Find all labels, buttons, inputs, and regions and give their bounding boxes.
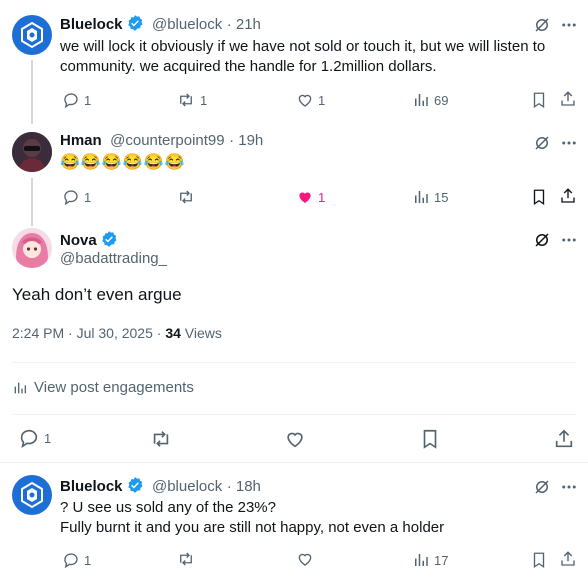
grok-icon[interactable] [533,134,551,157]
avatar-hman[interactable] [12,132,52,172]
views-button[interactable]: 17 [412,550,448,570]
author-name[interactable]: Bluelock [60,478,123,495]
engagements-label: View post engagements [34,379,194,396]
tweet-text: 😂😂😂😂😂😂 [60,154,186,171]
avatar-bluelock[interactable] [12,15,52,55]
avatar-bluelock[interactable] [12,475,52,515]
repost-button[interactable]: 1 [176,90,207,110]
heart-filled-icon [299,192,311,203]
divider [12,414,576,415]
post-time[interactable]: · 19h [229,132,263,149]
divider [0,462,588,463]
heart-icon [287,432,303,448]
tweet-text-line: community. we acquired the handle for 1.… [60,58,437,75]
share-icon[interactable] [559,90,577,113]
repost-count: 1 [200,92,208,108]
verified-badge-icon [127,477,143,493]
verified-badge-icon [101,231,117,247]
like-count: 1 [318,189,326,205]
author-handle[interactable]: @bluelock [152,16,222,33]
author-handle[interactable]: @badattrading_ [60,250,167,267]
avatar-image [12,228,52,268]
reply-button[interactable]: 1 [62,187,91,207]
view-count: 69 [434,92,449,108]
share-button[interactable] [553,428,575,455]
reply-icon [64,553,78,569]
more-options-icon[interactable] [560,16,578,39]
avatar-nova[interactable] [12,228,52,268]
bluelock-logo-icon [21,481,43,509]
views-icon [415,554,428,566]
bookmark-button[interactable] [419,428,441,455]
repost-button[interactable] [176,187,200,207]
verified-badge-icon [127,15,143,31]
like-count: 1 [318,92,326,108]
share-icon[interactable] [559,550,577,573]
repost-button[interactable] [149,428,173,455]
repost-icon [180,93,192,107]
view-engagements-link[interactable]: View post engagements [12,379,194,396]
post-timestamp[interactable]: 2:24 PM · Jul 30, 2025 · [12,325,165,341]
bluelock-logo-icon [21,21,43,49]
share-icon [555,429,573,448]
thread-line [31,178,33,226]
bookmark-icon [423,429,437,449]
view-count: 17 [434,552,449,568]
bookmark-icon[interactable] [530,91,548,114]
post-time[interactable]: · 18h [227,478,261,495]
heart-icon [298,94,312,107]
views-icon [415,191,428,203]
like-button[interactable]: 1 [296,90,325,110]
repost-icon [180,552,192,566]
more-options-icon[interactable] [560,134,578,157]
views-icon [415,94,428,106]
more-options-icon[interactable] [560,231,578,254]
tweet-text: Yeah don’t even argue [12,285,182,304]
reply-button[interactable]: 1 [62,550,91,570]
repost-icon [153,431,169,447]
views-button[interactable]: 15 [412,187,448,207]
heart-icon [298,553,312,566]
view-count: 34 [165,325,181,341]
reply-count: 1 [84,92,92,108]
author-handle[interactable]: @counterpoint99 [110,132,224,149]
repost-button[interactable] [176,550,196,573]
author-handle[interactable]: @bluelock [152,478,222,495]
reply-count: 1 [84,189,92,205]
bookmark-icon[interactable] [530,188,548,211]
reply-icon [64,93,78,109]
reply-count: 1 [44,430,52,446]
author-name[interactable]: Nova [60,232,97,249]
avatar-image [12,132,52,172]
reply-icon [64,190,78,206]
thread-line [31,60,33,124]
reply-count: 1 [84,552,92,568]
reply-button[interactable]: 1 [18,428,52,449]
tweet-text-line: we will lock it obviously if we have not… [60,38,546,55]
like-button[interactable] [284,428,306,455]
view-count: 15 [434,189,449,205]
views-button[interactable]: 69 [412,90,448,110]
author-name[interactable]: Hman [60,132,102,149]
tweet-text-line: ? U see us sold any of the 23%? [60,499,276,516]
like-button[interactable]: 1 [296,187,325,207]
grok-icon[interactable] [533,16,551,39]
like-button[interactable] [296,550,314,573]
analytics-icon [14,382,26,393]
bookmark-icon[interactable] [530,551,548,574]
tweet-text-line: Fully burnt it and you are still not hap… [60,519,445,536]
author-name[interactable]: Bluelock [60,16,123,33]
reply-icon [20,429,38,449]
reply-button[interactable]: 1 [62,90,91,110]
repost-icon [180,190,192,204]
views-label: Views [180,325,222,341]
divider [12,362,576,363]
grok-icon[interactable] [533,231,551,254]
post-time[interactable]: · 21h [227,16,261,33]
share-icon[interactable] [559,187,577,210]
